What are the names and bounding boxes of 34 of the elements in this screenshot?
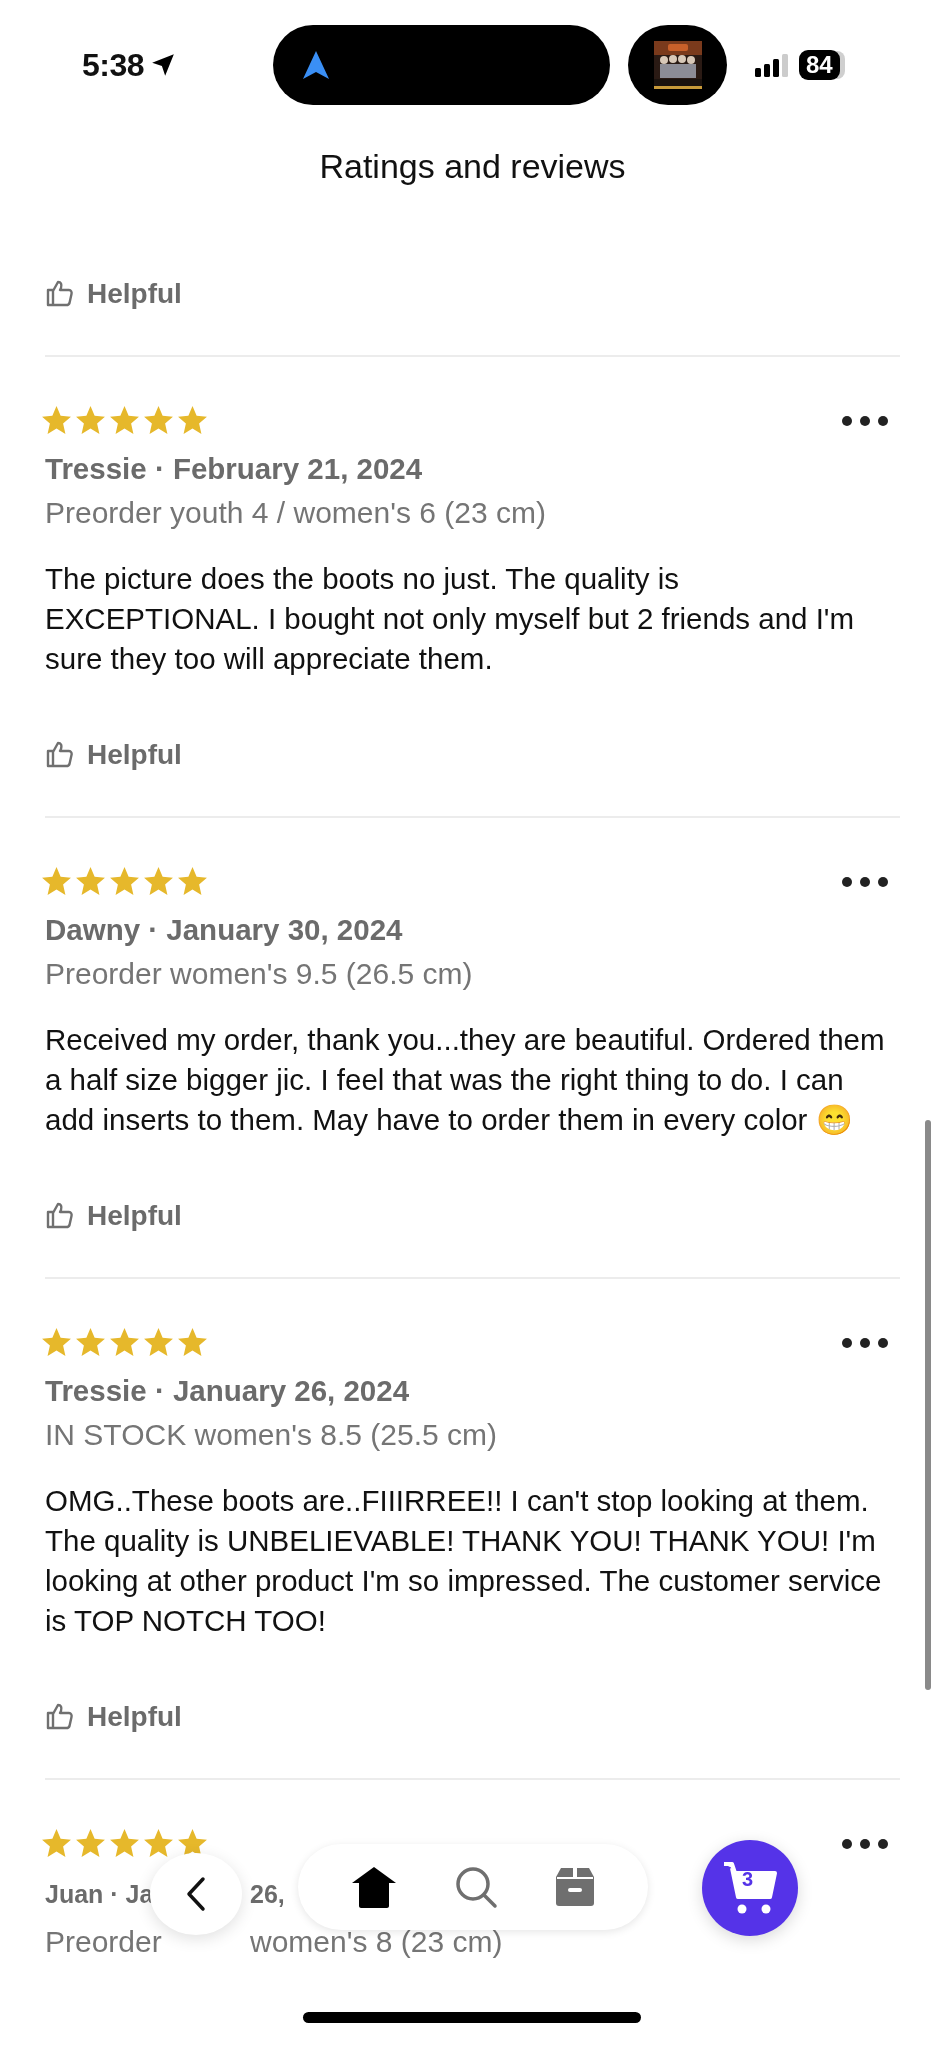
back-chevron-icon[interactable] (185, 1876, 207, 1912)
review-author-date: Dawny · January 30, 2024 (44, 912, 404, 948)
search-icon[interactable] (454, 1865, 498, 1909)
review-author-date: 26, (250, 1879, 285, 1910)
helpful-button[interactable]: Helpful (45, 274, 182, 314)
more-options-icon[interactable] (840, 1335, 890, 1350)
thumbs-up-icon[interactable] (45, 279, 75, 309)
home-icon[interactable] (350, 1866, 397, 1908)
clock-time: 5:38 (82, 46, 145, 84)
more-options-icon[interactable] (840, 413, 890, 428)
helpful-button[interactable]: Helpful (40, 1196, 182, 1236)
page-title: Ratings and reviews (318, 146, 627, 186)
location-arrow-icon (150, 52, 177, 78)
helpful-button[interactable]: Helpful (40, 735, 182, 775)
review-text: Received my order, thank you...they are beautiful. Ordered them a half size bigger jic. I feel that was the right thing to do. I can add inserts to them. May have to order them in every color 😁 (44, 1022, 886, 1138)
signal-icon (755, 53, 791, 77)
review-variant: IN STOCK women's 8.5 (25.5 cm) (44, 1417, 498, 1453)
review-variant: Preorder youth 4 / women's 6 (23 cm) (44, 495, 547, 531)
more-options-icon[interactable] (840, 1836, 890, 1851)
review-variant: women's 8 (23 cm) (250, 1924, 503, 1960)
more-options-icon[interactable] (840, 874, 890, 889)
review-text: The picture does the boots no just. The quality is EXCEPTIONAL. I bought not only myself but 2 friends and I'm sure they too will appreciate them. (44, 561, 856, 677)
thumbs-up-icon[interactable] (45, 1702, 75, 1732)
cart-button[interactable]: 3 (702, 1840, 798, 1936)
thumbs-up-icon[interactable] (45, 740, 75, 770)
thumbs-up-icon[interactable] (45, 1201, 75, 1231)
review-variant: Preorder women's 9.5 (26.5 cm) (44, 956, 474, 992)
review-variant: Preorder (45, 1924, 162, 1960)
navigation-arrow-icon (302, 50, 330, 80)
review-author-date: Tressie · February 21, 2024 (44, 451, 424, 487)
helpful-button[interactable]: Helpful (40, 1697, 182, 1737)
review-text: OMG..These boots are..FIIIRREE!! I can't stop looking at them. The quality is UNBELIEVABLE! THANK YOU! THANK YOU! I'm looking at other product I'm so impressed. The customer service is TOP NOTCH TOO! (44, 1483, 883, 1639)
box-icon[interactable] (555, 1867, 596, 1907)
review-author-date: Tressie · January 26, 2024 (44, 1373, 411, 1409)
